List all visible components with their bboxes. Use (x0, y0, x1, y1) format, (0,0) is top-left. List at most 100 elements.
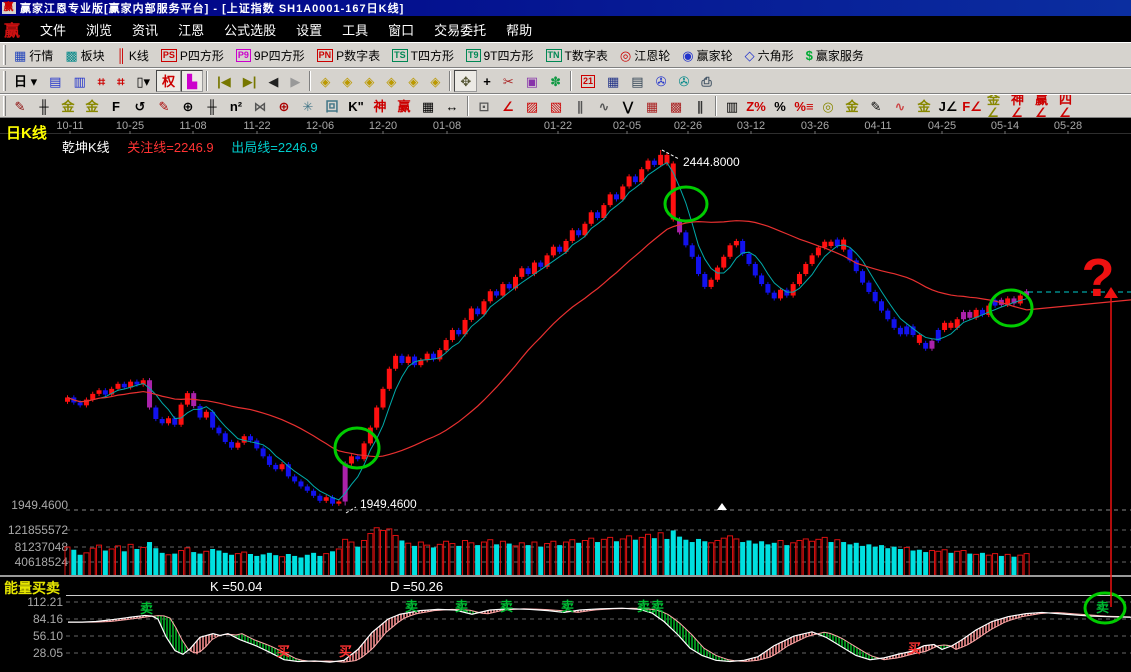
grid-3-chart-icon[interactable]: ⌗ (92, 70, 111, 92)
period-dropdown[interactable]: 日 ▾ (8, 70, 43, 92)
p9-square-button[interactable]: P9 9P四方形 (230, 44, 311, 66)
ying-angle-tool[interactable]: 赢∠ (1032, 95, 1056, 117)
menu-item-7[interactable]: 窗口 (378, 20, 424, 41)
knot-tool-button[interactable]: ✽ (544, 70, 567, 92)
spiral-tool[interactable]: ↺ (128, 95, 152, 117)
calculator-button[interactable]: ▦ (601, 70, 625, 92)
compress-h-button[interactable]: ◈ (380, 70, 402, 92)
zoom-in-button[interactable]: ◈ (402, 70, 424, 92)
candle-body (500, 284, 506, 296)
star-grid-tool[interactable]: ✳ (296, 95, 320, 117)
comb-tool[interactable]: ╫ (200, 95, 224, 117)
f-angle-tool[interactable]: F∠ (960, 95, 984, 117)
gold-lines-tool[interactable]: 金 (840, 95, 864, 117)
crosshair-tool-button[interactable]: + (477, 70, 497, 92)
k-mark-tool[interactable]: K" (344, 95, 368, 117)
candle-style-dropdown[interactable]: ▯▾ (130, 70, 156, 92)
fan-lines-tool[interactable]: ∠ (496, 95, 520, 117)
parallel-lines-tool[interactable]: ∥ (568, 95, 592, 117)
hand-tool-button[interactable]: ✥ (454, 70, 478, 92)
winner-service-button[interactable]: $ 赢家服务 (800, 44, 870, 66)
shift-left-button[interactable]: ◈ (314, 70, 336, 92)
ruler-grid-tool[interactable]: ▦ (416, 95, 440, 117)
dense-grid2-tool[interactable]: ▩ (664, 95, 688, 117)
n2-tool[interactable]: n² (224, 95, 248, 117)
menu-item-9[interactable]: 帮助 (496, 20, 542, 41)
gold-circle-tool[interactable]: ◎ (816, 95, 840, 117)
menu-item-2[interactable]: 资讯 (122, 20, 168, 41)
pen-tool[interactable]: ✎ (8, 95, 32, 117)
expand-h-button[interactable]: ◈ (358, 70, 380, 92)
print-button[interactable]: ⎙ (695, 70, 717, 92)
gold-grid1-tool[interactable]: 金 (56, 95, 80, 117)
kline-button[interactable]: ║ K线 (111, 44, 155, 66)
shen-angle-tool[interactable]: 神∠ (1008, 95, 1032, 117)
v-wave-tool[interactable]: ⋁ (616, 95, 640, 117)
red-grid-tool[interactable]: ▨ (520, 95, 544, 117)
menu-item-3[interactable]: 江恩 (168, 20, 214, 41)
memo-button[interactable]: ▤ (625, 70, 649, 92)
next-bar-button[interactable]: ▶ (284, 70, 306, 92)
volume-bar-up (928, 550, 935, 577)
shift-right-button[interactable]: ◈ (336, 70, 358, 92)
p-number-button[interactable]: PN P数字表 (311, 44, 387, 66)
gann-grid-tool[interactable]: ╫ (32, 95, 56, 117)
gold-angle-tool[interactable]: 金∠ (984, 95, 1008, 117)
gold-band-tool[interactable]: 金 (912, 95, 936, 117)
span-arrow-tool[interactable]: ↔ (440, 95, 464, 117)
menu-item-0[interactable]: 文件 (30, 20, 76, 41)
ying-grid-tool[interactable]: 赢 (392, 95, 416, 117)
candle-pen-tool[interactable]: ✎ (864, 95, 888, 117)
gann-wheel-button[interactable]: ◎ 江恩轮 (614, 44, 676, 66)
t-square-button[interactable]: TS T四方形 (386, 44, 460, 66)
hexagon-button[interactable]: ◇ 六角形 (739, 44, 800, 66)
winner-wheel-button[interactable]: ◉ 赢家轮 (676, 44, 738, 66)
first-page-button[interactable]: |◀ (211, 70, 237, 92)
chip-distribution-icon[interactable]: ▤ (43, 70, 67, 92)
last-page-button[interactable]: ▶| (237, 70, 263, 92)
dense-grid-tool[interactable]: ▦ (640, 95, 664, 117)
chart-area[interactable]: 10-11 10-25 11-08 11-22 12-06 12-20 01-08 01-22… (0, 118, 1131, 672)
candle-body (172, 418, 178, 425)
menu-item-5[interactable]: 设置 (286, 20, 332, 41)
prev-bar-button[interactable]: ◀ (262, 70, 284, 92)
t-number-button[interactable]: TN T数字表 (540, 44, 614, 66)
f-square-tool[interactable]: F (104, 95, 128, 117)
si-angle-tool[interactable]: 四∠ (1056, 95, 1080, 117)
slash-tool[interactable]: ∥ (688, 95, 712, 117)
restore-rights-icon[interactable]: 权 (156, 70, 182, 92)
percent-tool[interactable]: % (768, 95, 792, 117)
band-tool[interactable]: ∿ (888, 95, 912, 117)
sectors-button[interactable]: ▩ 板块 (59, 44, 110, 66)
percent-lines-tool[interactable]: %≡ (792, 95, 816, 117)
mirror-angle-tool[interactable]: ⋈ (248, 95, 272, 117)
menu-item-8[interactable]: 交易委托 (424, 20, 496, 41)
shen-grid-tool[interactable]: 神 (368, 95, 392, 117)
save-button[interactable]: ✇ (650, 70, 673, 92)
menu-item-4[interactable]: 公式选股 (214, 20, 286, 41)
t9-square-button[interactable]: T9 9T四方形 (460, 44, 540, 66)
info-mine-icon[interactable]: ▥ (67, 70, 91, 92)
circle-cross-tool[interactable]: ⊕ (272, 95, 296, 117)
percent-z-tool[interactable]: Z% (744, 95, 768, 117)
zoom-out-button[interactable]: ◈ (424, 70, 446, 92)
time-circle-tool[interactable]: ⊕ (176, 95, 200, 117)
menu-item-6[interactable]: 工具 (332, 20, 378, 41)
save-web-button[interactable]: ✇ (673, 70, 696, 92)
chart-box-tool[interactable]: ▥ (720, 95, 744, 117)
quotes-button[interactable]: ▦ 行情 (8, 44, 59, 66)
calendar-21-button[interactable]: 21 (575, 70, 601, 92)
p-square-button[interactable]: PS P四方形 (155, 44, 230, 66)
zigzag-tool[interactable]: ∿ (592, 95, 616, 117)
measure-box-tool[interactable]: ⊡ (472, 95, 496, 117)
erase-tool-button[interactable]: ✂ (497, 70, 520, 92)
pen2-tool[interactable]: ✎ (152, 95, 176, 117)
j-angle-tool[interactable]: J∠ (936, 95, 960, 117)
menu-item-1[interactable]: 浏览 (76, 20, 122, 41)
square-spiral-tool[interactable]: 回 (320, 95, 344, 117)
indicator-panel-icon[interactable]: ▙ (181, 70, 204, 92)
stamp-tool-button[interactable]: ▣ (520, 70, 544, 92)
red-grid2-tool[interactable]: ▧ (544, 95, 568, 117)
gold-grid2-tool[interactable]: 金 (80, 95, 104, 117)
grid-9-chart-icon[interactable]: ⌗ (111, 70, 130, 92)
